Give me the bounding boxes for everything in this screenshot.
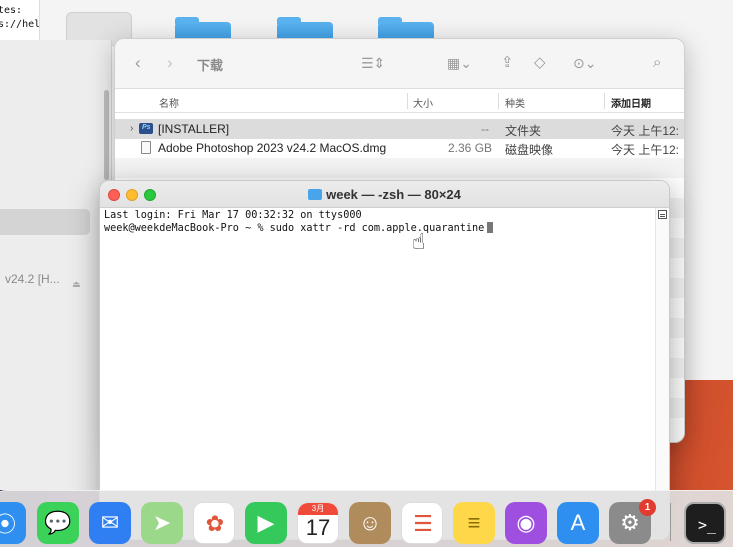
finder-row-installer[interactable]: › [INSTALLER] -- 文件夹 今天 上午12: [115,119,684,139]
maps-dock-icon[interactable]: ➤ [141,502,183,544]
notification-badge: 1 [639,499,656,516]
terminal-window: week — -zsh — 80×24 Last login: Fri Mar … [99,180,670,540]
eject-icon[interactable]: ⏏ [72,279,81,290]
safari-dock-icon[interactable]: ⦿ [0,502,26,544]
bg-doc-line: s://hel [0,19,40,30]
photoshop-folder-icon [139,123,153,134]
finder-row-dmg[interactable]: Adobe Photoshop 2023 v24.2 MacOS.dmg 2.3… [115,138,684,158]
more-icon[interactable]: ⊙⌄ [573,53,596,73]
column-size[interactable]: 大小 [413,95,433,110]
podcasts-dock-icon[interactable]: ◉ [505,502,547,544]
forward-icon[interactable]: › [167,53,173,73]
contacts-icon: ☺ [358,510,382,535]
column-kind[interactable]: 种类 [505,95,525,110]
terminal-title-text: week — -zsh — 80×24 [326,187,461,202]
notes-icon: ≡ [467,510,481,535]
row-size: 2.36 GB [448,141,493,155]
terminal-dock-icon[interactable]: >_ [684,502,726,544]
row-kind: 磁盘映像 [505,143,554,157]
messages-icon: 💬 [44,510,72,535]
row-name: Adobe Photoshop 2023 v24.2 MacOS.dmg [158,141,387,155]
terminal-prompt-line: week@weekdeMacBook-Pro ~ % sudo xattr -r… [104,222,653,235]
row-kind: 文件夹 [505,124,542,138]
grid-view-icon[interactable]: ▦⌄ [447,53,472,73]
text-cursor [487,222,494,233]
calendar-dock-icon[interactable]: 3月 17 [297,502,339,544]
list-view-icon[interactable]: ☰⇕ [361,53,385,73]
row-date: 今天 上午12: [611,124,680,138]
terminal-line: Last login: Fri Mar 17 00:32:32 on ttys0… [104,210,362,221]
hand-pointer-icon: ☝ [412,229,426,254]
folder-icon [308,189,323,200]
row-date: 今天 上午12: [611,143,680,157]
share-icon[interactable]: ⇪ [501,53,514,73]
terminal-icon: >_ [697,516,717,534]
facetime-dock-icon[interactable]: ▶ [245,502,287,544]
photos-dock-icon[interactable]: ✿ [193,502,235,544]
calendar-month: 3月 [298,503,338,515]
safari-icon: ⦿ [0,512,16,537]
notes-dock-icon[interactable]: ≡ [453,502,495,544]
disclosure-triangle-icon[interactable]: › [130,123,133,134]
photos-icon: ✿ [205,511,225,536]
finder-toolbar: ‹ › 下载 ☰⇕ ▦⌄ ⇪ ◇ ⊙⌄ ⌕ [115,39,684,89]
mail-dock-icon[interactable]: ✉ [89,502,131,544]
empty-row [115,158,684,178]
bg-sidebar-selected-item[interactable] [0,209,90,235]
contacts-dock-icon[interactable]: ☺ [349,502,391,544]
column-name[interactable]: 名称 [159,95,179,110]
search-icon[interactable]: ⌕ [653,53,661,73]
app-store-dock-icon[interactable]: A [557,502,599,544]
facetime-icon: ▶ [257,510,275,535]
disk-image-icon [141,141,151,154]
back-icon[interactable]: ‹ [135,53,141,73]
row-name: [INSTALLER] [158,122,230,136]
background-finder-window: v24.2 [H... ⏏ [0,40,112,490]
mail-icon: ✉ [100,510,120,535]
row-size: -- [481,122,489,136]
terminal-command: week@weekdeMacBook-Pro ~ % sudo xattr -r… [104,223,485,234]
reminders-dock-icon[interactable]: ☰ [401,502,443,544]
finder-column-header: 名称 大小 种类 添加日期 [115,89,684,113]
podcasts-icon: ◉ [516,510,536,535]
terminal-title: week — -zsh — 80×24 [100,187,669,202]
tag-icon[interactable]: ◇ [534,53,546,73]
reminders-icon: ☰ [413,511,433,536]
marks-icon[interactable] [658,210,667,219]
bg-sidebar-label[interactable]: v24.2 [H... [5,272,60,286]
bg-scrollbar[interactable] [104,90,109,180]
column-date-added[interactable]: 添加日期 [611,95,651,110]
finder-title: 下载 [197,58,224,73]
messages-dock-icon[interactable]: 💬 [37,502,79,544]
terminal-titlebar: week — -zsh — 80×24 [100,181,669,208]
bg-doc-line: tes: [0,5,23,16]
maps-icon: ➤ [152,510,172,535]
app-store-icon: A [570,510,586,535]
dock-separator [670,503,671,541]
background-document: tes: s://hel [0,0,40,40]
calendar-day: 17 [305,515,331,540]
